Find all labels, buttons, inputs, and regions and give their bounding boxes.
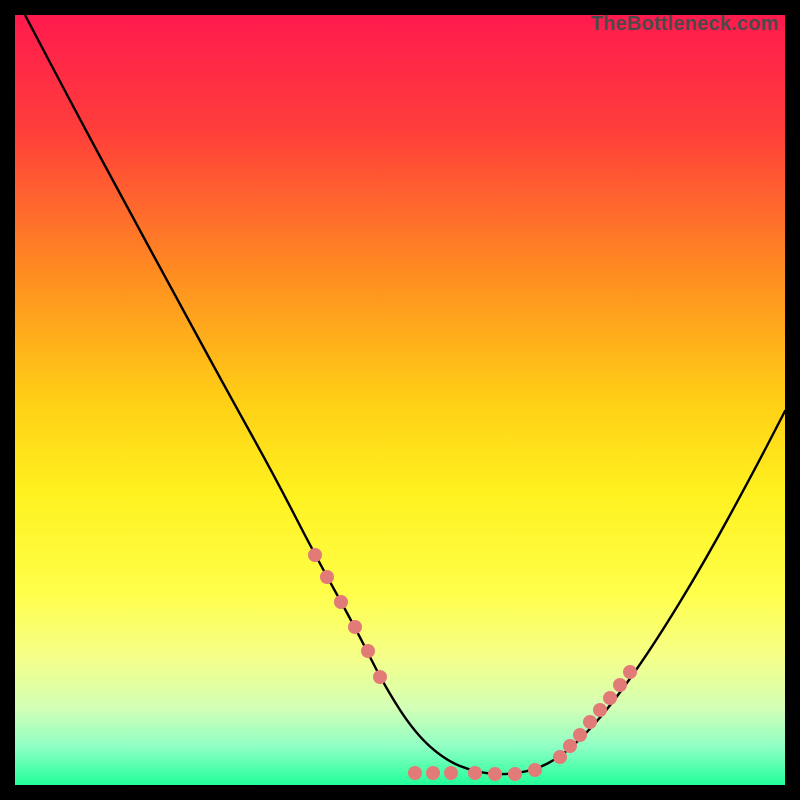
- dots-group: [308, 548, 637, 781]
- highlight-dot: [348, 620, 362, 634]
- watermark-text: TheBottleneck.com: [591, 13, 779, 36]
- highlight-dot: [593, 703, 607, 717]
- highlight-dot: [373, 670, 387, 684]
- highlight-dot: [444, 766, 458, 780]
- highlight-dot: [623, 665, 637, 679]
- highlight-dot: [603, 691, 617, 705]
- highlight-dot: [468, 766, 482, 780]
- chart-frame: TheBottleneck.com: [15, 15, 785, 785]
- highlight-dots: [15, 15, 785, 785]
- highlight-dot: [508, 767, 522, 781]
- highlight-dot: [528, 763, 542, 777]
- highlight-dot: [573, 728, 587, 742]
- highlight-dot: [563, 739, 577, 753]
- highlight-dot: [613, 678, 627, 692]
- highlight-dot: [320, 570, 334, 584]
- highlight-dot: [308, 548, 322, 562]
- highlight-dot: [408, 766, 422, 780]
- highlight-dot: [334, 595, 348, 609]
- highlight-dot: [583, 715, 597, 729]
- highlight-dot: [553, 750, 567, 764]
- highlight-dot: [426, 766, 440, 780]
- highlight-dot: [488, 767, 502, 781]
- highlight-dot: [361, 644, 375, 658]
